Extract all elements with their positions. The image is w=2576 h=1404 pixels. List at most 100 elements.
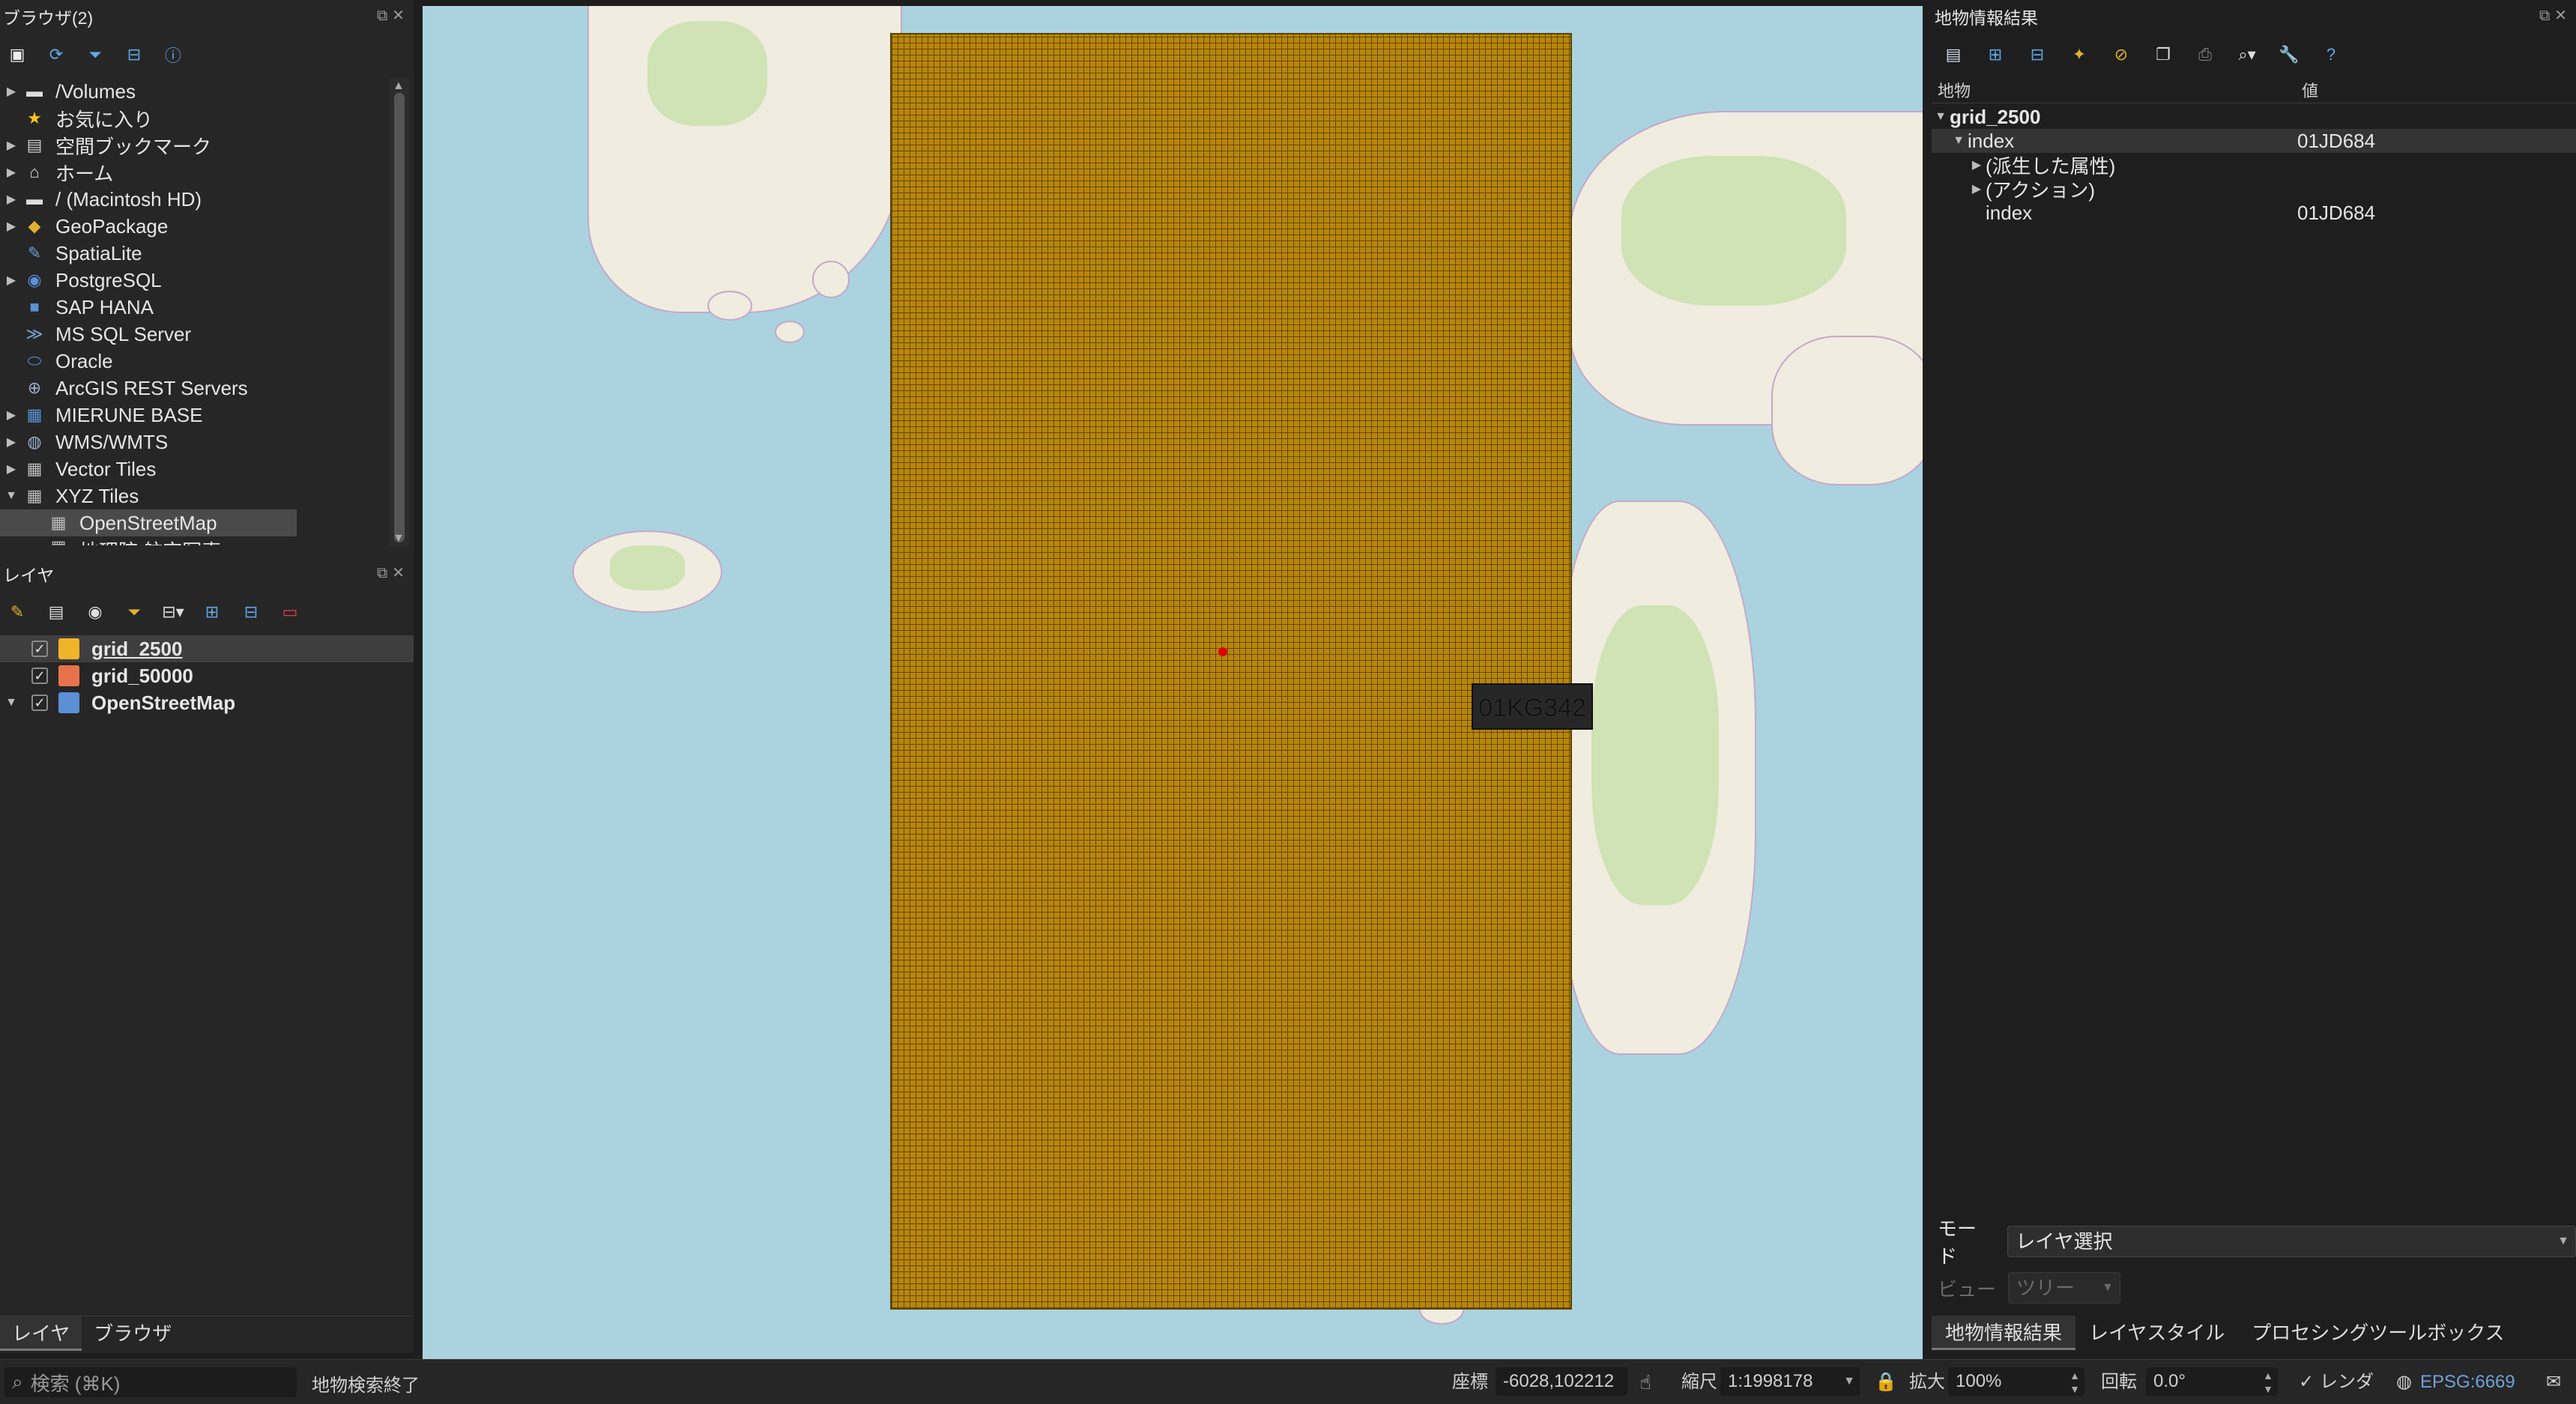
tab-browser[interactable]: ブラウザ <box>82 1316 184 1351</box>
expand-arrow-icon[interactable]: ▶ <box>1968 157 1986 172</box>
layer-visibility-checkbox[interactable]: ✓ <box>31 668 48 684</box>
browser-item-arcgis[interactable]: ⊕ ArcGIS REST Servers <box>0 375 390 402</box>
layer-row-grid-2500[interactable]: ✓ grid_2500 <box>0 635 414 662</box>
browser-item-mssql[interactable]: ≫ MS SQL Server <box>0 321 390 348</box>
browser-panel-controls[interactable]: ⧉✕ <box>377 6 409 25</box>
layer-row-openstreetmap[interactable]: ▼ ✓ OpenStreetMap <box>0 689 414 716</box>
info-icon[interactable]: ⓘ <box>162 43 184 66</box>
browser-item-openstreetmap[interactable]: ▦ OpenStreetMap <box>0 509 297 536</box>
rotation-field[interactable]: 0.0° ▲ ▼ <box>2146 1367 2278 1396</box>
settings-wrench-icon[interactable]: 🔧 <box>2278 43 2300 66</box>
collapse-arrow-icon[interactable]: ▼ <box>0 489 22 503</box>
scroll-down-icon[interactable]: ▼ <box>393 532 405 545</box>
layer-style-icon[interactable]: ✎ <box>6 601 28 623</box>
browser-item-oracle[interactable]: ⬭ Oracle <box>0 348 390 375</box>
collapse-arrow-icon[interactable]: ▼ <box>1950 134 1968 148</box>
help-icon[interactable]: ? <box>2320 43 2342 66</box>
scroll-up-icon[interactable]: ▲ <box>393 79 405 93</box>
browser-item-gsi-photo[interactable]: ▦ 地理院 航空写真 <box>0 536 390 545</box>
copy-feature-icon[interactable]: ❐ <box>2152 43 2174 66</box>
browser-item-wms[interactable]: ▶ ◍ WMS/WMTS <box>0 429 390 456</box>
spinner-icon[interactable]: ▲ ▼ <box>2263 1369 2273 1396</box>
expand-arrow-icon[interactable]: ▶ <box>0 192 22 207</box>
browser-item-home[interactable]: ▶ ⌂ ホーム <box>0 159 390 186</box>
expand-arrow-icon[interactable]: ▶ <box>0 462 22 476</box>
browser-item-vector-tiles[interactable]: ▶ ▦ Vector Tiles <box>0 456 390 482</box>
result-derived-row[interactable]: ▶ (派生した属性) <box>1932 153 2576 178</box>
collapse-tree-icon[interactable]: ⊟ <box>2026 43 2049 66</box>
column-header-value[interactable]: 値 <box>2296 79 2318 103</box>
collapse-all-icon[interactable]: ⊟ <box>240 601 262 623</box>
magnifier-field[interactable]: 100% ▲ ▼ <box>1948 1367 2084 1396</box>
browser-item-xyz-tiles[interactable]: ▼ ▦ XYZ Tiles <box>0 482 390 509</box>
column-header-feature[interactable]: 地物 <box>1932 79 2296 103</box>
browser-item-favorites[interactable]: ★ お気に入り <box>0 105 390 132</box>
browser-item-volumes[interactable]: ▶ ▬ /Volumes <box>0 78 390 105</box>
expand-all-icon[interactable]: ⊞ <box>201 601 223 623</box>
clear-results-icon[interactable]: ⊘ <box>2110 43 2132 66</box>
remove-layer-icon[interactable]: ▭ <box>279 601 301 623</box>
filter-legend-icon[interactable]: ⏷ <box>123 601 145 623</box>
refresh-icon[interactable]: ⟳ <box>45 43 67 66</box>
identify-panel-controls[interactable]: ⧉✕ <box>2539 6 2572 25</box>
filter-expression-icon[interactable]: ⊟▾ <box>162 601 184 623</box>
result-actions-row[interactable]: ▶ (アクション) <box>1932 177 2576 202</box>
scrollbar-thumb[interactable] <box>394 93 405 542</box>
lock-icon[interactable]: 🔒 <box>1875 1369 1897 1396</box>
scale-field[interactable]: 1:1998178 ▼ <box>1720 1367 1860 1396</box>
browser-item-sap-hana[interactable]: ■ SAP HANA <box>0 294 390 321</box>
collapse-all-icon[interactable]: ⊟ <box>123 43 145 66</box>
left-splitter[interactable] <box>414 0 423 1353</box>
tab-identify-results[interactable]: 地物情報結果 <box>1932 1316 2076 1350</box>
browser-item-spatialite[interactable]: ✎ SpatiaLite <box>0 240 390 267</box>
expand-arrow-icon[interactable]: ▶ <box>0 165 22 180</box>
messages-icon[interactable]: ✉ <box>2546 1369 2561 1396</box>
browser-item-macintosh-hd[interactable]: ▶ ▬ / (Macintosh HD) <box>0 186 390 213</box>
browser-item-spatial-bookmarks[interactable]: ▶ ▤ 空間ブックマーク <box>0 132 390 159</box>
add-group-icon[interactable]: ▤ <box>45 601 67 623</box>
expand-new-results-icon[interactable]: ✦ <box>2068 43 2090 66</box>
filter-icon[interactable]: ⏷ <box>84 43 106 66</box>
render-checkbox[interactable]: ✓ <box>2299 1369 2314 1396</box>
expand-arrow-icon[interactable]: ▶ <box>0 435 22 450</box>
open-form-icon[interactable]: ▤ <box>1942 43 1965 66</box>
expand-arrow-icon[interactable]: ▶ <box>1968 181 1986 196</box>
collapse-arrow-icon[interactable]: ▼ <box>0 696 22 709</box>
expand-arrow-icon[interactable]: ▶ <box>0 138 22 153</box>
grid-2500-layer[interactable] <box>890 33 1572 1310</box>
browser-item-geopackage[interactable]: ▶ ◆ GeoPackage <box>0 213 390 240</box>
right-splitter[interactable] <box>1923 0 1932 1353</box>
add-selected-icon[interactable]: ▣ <box>6 43 28 66</box>
mode-select[interactable]: レイヤ選択 ▼ <box>2007 1226 2576 1257</box>
collapse-arrow-icon[interactable]: ▼ <box>1932 110 1950 124</box>
layer-visibility-checkbox[interactable]: ✓ <box>31 641 48 657</box>
browser-item-mierune[interactable]: ▶ ▦ MIERUNE BASE <box>0 402 390 429</box>
expand-arrow-icon[interactable]: ▶ <box>0 219 22 234</box>
browser-item-postgresql[interactable]: ▶ ◉ PostgreSQL <box>0 267 390 294</box>
result-layer-row[interactable]: ▼ grid_2500 <box>1932 105 2576 129</box>
print-icon[interactable]: ⎙ <box>2194 43 2216 66</box>
layer-row-grid-50000[interactable]: ✓ grid_50000 <box>0 662 414 689</box>
layer-visibility-checkbox[interactable]: ✓ <box>31 695 48 711</box>
result-feature-row[interactable]: ▼ index 01JD684 <box>1932 129 2576 153</box>
expand-tree-icon[interactable]: ⊞ <box>1984 43 2007 66</box>
coordinate-field[interactable]: -6028,102212 <box>1496 1367 1627 1396</box>
expand-arrow-icon[interactable]: ▶ <box>0 273 22 288</box>
expand-arrow-icon[interactable]: ▶ <box>0 84 22 99</box>
map-canvas[interactable]: 01KG342 <box>423 6 1923 1359</box>
browser-scrollbar[interactable]: ▲ ▼ <box>390 78 409 547</box>
tab-layers[interactable]: レイヤ <box>0 1316 82 1351</box>
view-select[interactable]: ツリー ▼ <box>2008 1272 2121 1304</box>
tab-layer-style[interactable]: レイヤスタイル <box>2075 1316 2238 1350</box>
expand-arrow-icon[interactable]: ▶ <box>0 408 22 423</box>
crs-label[interactable]: EPSG:6669 <box>2420 1369 2515 1396</box>
spinner-icon[interactable]: ▲ ▼ <box>2069 1369 2080 1396</box>
layers-panel-controls[interactable]: ⧉✕ <box>377 563 409 582</box>
mouse-pointer-icon[interactable]: ☝ <box>1639 1369 1651 1396</box>
identify-mode-icon[interactable]: ⌕▾ <box>2236 43 2258 66</box>
locator-search-input[interactable]: ⌕ 検索 (⌘K) <box>4 1367 297 1397</box>
visibility-eye-icon[interactable]: ◉ <box>84 601 106 623</box>
crs-globe-icon[interactable]: ◍ <box>2396 1369 2412 1396</box>
result-attribute-row[interactable]: index 01JD684 <box>1932 201 2576 225</box>
tab-processing-toolbox[interactable]: プロセシングツールボックス <box>2238 1316 2518 1350</box>
